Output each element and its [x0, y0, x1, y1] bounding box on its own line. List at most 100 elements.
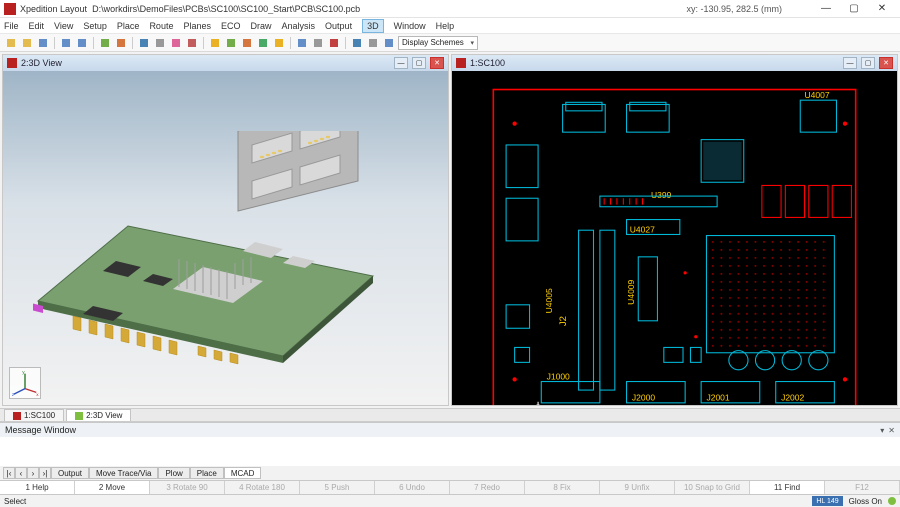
flag-icon[interactable]	[327, 36, 341, 50]
message-window-body[interactable]	[0, 437, 900, 466]
pane-maximize-button[interactable]: ▢	[412, 57, 426, 69]
view3d-icon[interactable]	[350, 36, 364, 50]
svg-text:U4027: U4027	[630, 224, 655, 234]
app-icon	[4, 3, 16, 15]
zoom-icon[interactable]	[311, 36, 325, 50]
workspace-tab[interactable]: 1:SC100	[4, 409, 64, 421]
hatch-icon[interactable]	[224, 36, 238, 50]
fn-cell: 6 Undo	[375, 481, 450, 494]
svg-text:J1000: J1000	[547, 371, 570, 381]
workspace-tab[interactable]: 2:3D View	[66, 409, 131, 421]
menu-3d[interactable]: 3D	[362, 19, 384, 33]
menu-draw[interactable]: Draw	[251, 21, 272, 31]
menu-window[interactable]: Window	[394, 21, 426, 31]
msg-nav-button[interactable]: ‹	[15, 467, 27, 479]
minimize-button[interactable]: —	[812, 1, 840, 17]
close-button[interactable]: ✕	[868, 1, 896, 17]
msg-tab-move-trace-via[interactable]: Move Trace/Via	[89, 467, 158, 479]
axis-widget-icon[interactable]: x y z	[9, 367, 41, 399]
color-icon[interactable]	[169, 36, 183, 50]
toolbar-separator	[345, 37, 346, 49]
msg-tab-plow[interactable]: Plow	[158, 467, 189, 479]
msg-tab-place[interactable]: Place	[190, 467, 224, 479]
menu-file[interactable]: File	[4, 21, 19, 31]
chevron-down-icon: ▾	[470, 39, 474, 47]
msg-tab-output[interactable]: Output	[51, 467, 89, 479]
workspace-tabs: 1:SC1002:3D View	[0, 408, 900, 422]
menu-analysis[interactable]: Analysis	[282, 21, 316, 31]
refresh-icon[interactable]	[382, 36, 396, 50]
layer-icon[interactable]	[137, 36, 151, 50]
window-title: Xpedition Layout D:\workdirs\DemoFiles\P…	[20, 4, 686, 14]
view-3d-canvas[interactable]: x y z	[3, 71, 448, 405]
maximize-button[interactable]: ▢	[840, 1, 868, 17]
fn-cell[interactable]: 11 Find	[750, 481, 825, 494]
pin-icon[interactable]: ▾	[880, 426, 884, 435]
new-icon[interactable]	[4, 36, 18, 50]
open-icon[interactable]	[20, 36, 34, 50]
board-3d-icon	[33, 131, 413, 371]
status-badge: HL 149	[812, 496, 842, 506]
check-icon[interactable]	[256, 36, 270, 50]
pane-minimize-button[interactable]: —	[394, 57, 408, 69]
redo-icon[interactable]	[75, 36, 89, 50]
msgwin-close-icon[interactable]: ✕	[888, 426, 895, 435]
glasses-icon[interactable]	[366, 36, 380, 50]
fn-cell: F12	[825, 481, 900, 494]
undo-icon[interactable]	[59, 36, 73, 50]
pane-3d-title: 2:3D View	[21, 58, 390, 68]
menu-view[interactable]: View	[54, 21, 73, 31]
msg-nav-button[interactable]: ›	[27, 467, 39, 479]
svg-text:U4005: U4005	[544, 288, 554, 313]
menu-help[interactable]: Help	[436, 21, 455, 31]
measure-icon[interactable]	[295, 36, 309, 50]
menu-place[interactable]: Place	[117, 21, 140, 31]
message-window-titlebar: Message Window ▾ ✕	[0, 423, 900, 437]
menu-output[interactable]: Output	[325, 21, 352, 31]
save-icon[interactable]	[36, 36, 50, 50]
menu-planes[interactable]: Planes	[183, 21, 211, 31]
svg-text:J2: J2	[558, 316, 569, 326]
msg-tab-mcad[interactable]: MCAD	[224, 467, 262, 479]
pane-close-button[interactable]: ✕	[430, 57, 444, 69]
fn-cell: 8 Fix	[525, 481, 600, 494]
message-window: Message Window ▾ ✕ |‹‹››|OutputMove Trac…	[0, 422, 900, 480]
toolbar: Display Schemes▾	[0, 34, 900, 52]
diamond-icon[interactable]	[208, 36, 222, 50]
fn-cell[interactable]: 2 Move	[75, 481, 150, 494]
view-2d-canvas[interactable]: J2 U4007 U399 U4027	[452, 71, 897, 405]
coord-readout: xy: -130.95, 282.5 (mm)	[686, 4, 782, 14]
drc-icon[interactable]	[240, 36, 254, 50]
menu-setup[interactable]: Setup	[83, 21, 107, 31]
window-controls: — ▢ ✕	[812, 1, 896, 17]
menu-route[interactable]: Route	[149, 21, 173, 31]
pane-maximize-button[interactable]: ▢	[861, 57, 875, 69]
place-icon[interactable]	[98, 36, 112, 50]
toolbar-separator	[93, 37, 94, 49]
route-icon[interactable]	[114, 36, 128, 50]
tab-color-icon	[75, 412, 83, 420]
pane-close-button[interactable]: ✕	[879, 57, 893, 69]
menu-eco[interactable]: ECO	[221, 21, 241, 31]
msg-nav-button[interactable]: ›|	[39, 467, 51, 479]
pane-icon	[456, 58, 466, 68]
message-window-tabs: |‹‹››|OutputMove Trace/ViaPlowPlaceMCAD	[0, 466, 900, 480]
warn-icon[interactable]	[272, 36, 286, 50]
fn-cell[interactable]: 1 Help	[0, 481, 75, 494]
toolbar-separator	[203, 37, 204, 49]
svg-text:U399: U399	[651, 190, 672, 200]
fn-cell: 4 Rotate 180	[225, 481, 300, 494]
msg-nav-button[interactable]: |‹	[3, 467, 15, 479]
pane-2d-layout: 1:SC100 — ▢ ✕ J2	[451, 54, 898, 406]
svg-text:x: x	[36, 392, 39, 397]
component-icon[interactable]	[185, 36, 199, 50]
status-indicator-icon	[888, 497, 896, 505]
menu-edit[interactable]: Edit	[29, 21, 45, 31]
status-mode: Select	[4, 497, 26, 506]
display-schemes-dropdown[interactable]: Display Schemes▾	[398, 36, 478, 50]
grid-icon[interactable]	[153, 36, 167, 50]
svg-text:J2000: J2000	[632, 393, 655, 403]
svg-text:J2001: J2001	[706, 393, 729, 403]
pane-minimize-button[interactable]: —	[843, 57, 857, 69]
fn-cell: 7 Redo	[450, 481, 525, 494]
